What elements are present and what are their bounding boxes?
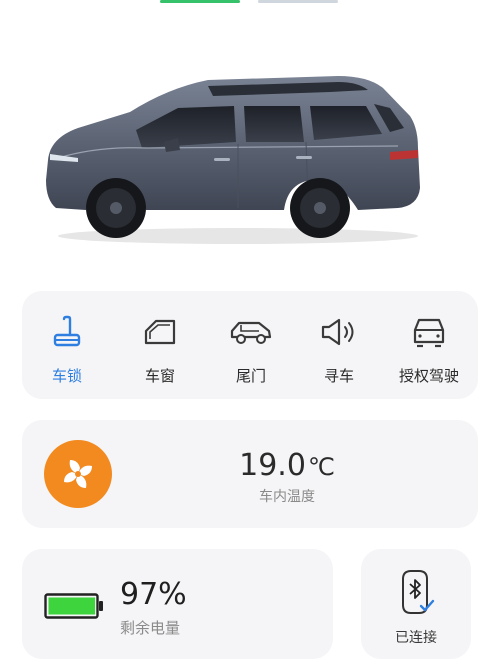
quick-controls-card: 车锁 车窗 尾门 寻车 授权驾驶 — [22, 291, 478, 399]
battery-label: 剩余电量 — [120, 619, 181, 637]
lock-button[interactable]: 车锁 — [22, 291, 112, 399]
lock-label: 车锁 — [51, 367, 82, 385]
page-indicator-active — [160, 0, 240, 3]
authorized-drive-label: 授权驾驶 — [398, 367, 459, 385]
window-label: 车窗 — [144, 367, 175, 385]
battery-fill — [48, 597, 96, 615]
window-icon — [142, 313, 178, 351]
battery-card[interactable]: 97% 剩余电量 — [22, 549, 333, 659]
find-car-icon — [319, 313, 359, 351]
bluetooth-card[interactable]: 已连接 — [361, 549, 471, 659]
tailgate-button[interactable]: 尾门 — [206, 291, 296, 399]
bluetooth-status: 已连接 — [395, 630, 437, 646]
fan-icon — [64, 460, 92, 488]
temperature-label: 车内温度 — [259, 489, 315, 505]
cabin-temperature: 19.0℃ — [192, 448, 382, 483]
authorized-drive-icon — [409, 313, 449, 351]
temperature-value: 19.0 — [239, 448, 306, 483]
vehicle-image — [38, 68, 428, 248]
tailgate-label: 尾门 — [235, 367, 266, 385]
authorized-drive-button[interactable]: 授权驾驶 — [384, 291, 474, 399]
temperature-unit: ℃ — [307, 453, 335, 481]
battery-percent: 97% — [120, 577, 187, 612]
tailgate-icon — [229, 313, 273, 351]
bluetooth-key-icon — [397, 569, 437, 621]
window-button[interactable]: 车窗 — [115, 291, 205, 399]
fan-button[interactable] — [44, 440, 112, 508]
climate-card[interactable]: 19.0℃ 车内温度 — [22, 420, 478, 528]
battery-icon — [44, 593, 104, 623]
find-car-label: 寻车 — [323, 367, 354, 385]
lock-icon — [50, 313, 84, 351]
page-indicator — [258, 0, 338, 3]
find-car-button[interactable]: 寻车 — [294, 291, 384, 399]
